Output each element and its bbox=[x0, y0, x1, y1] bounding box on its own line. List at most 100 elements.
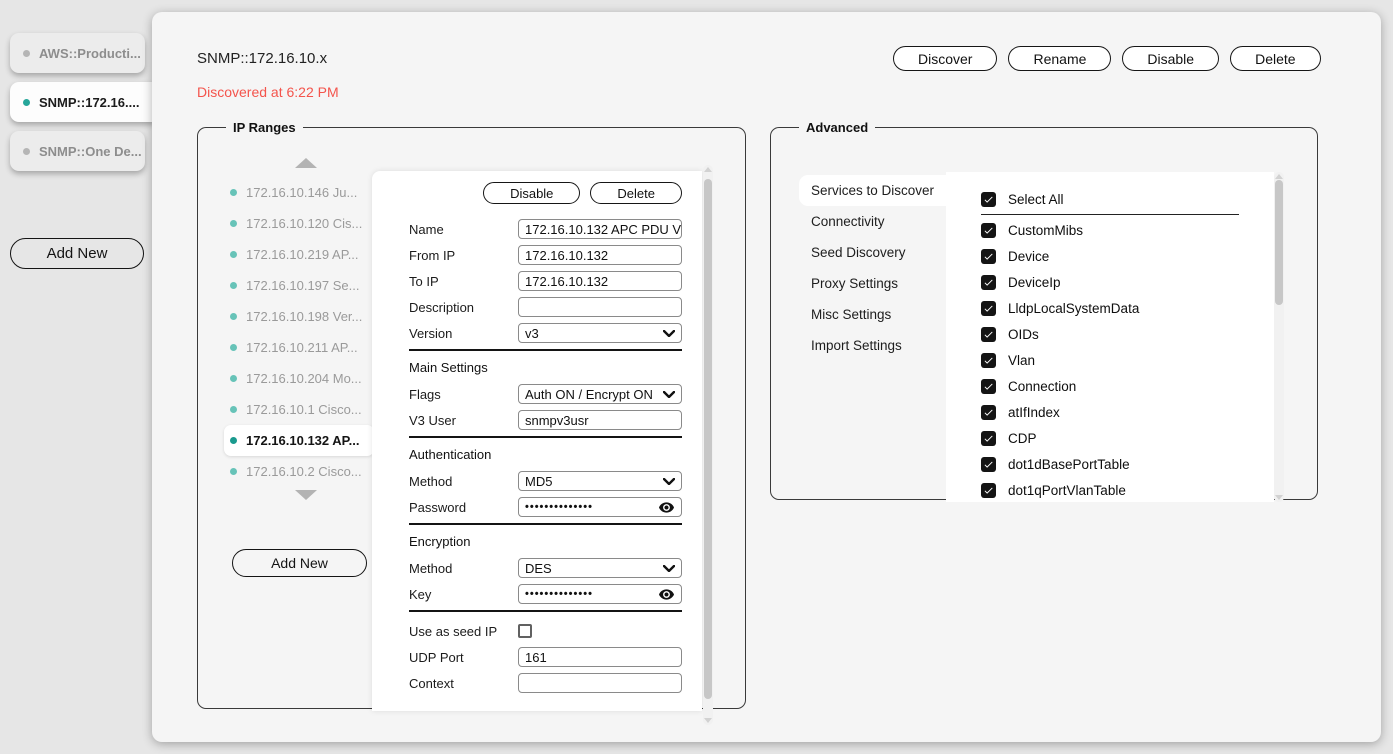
service-item[interactable]: OIDs bbox=[981, 321, 1274, 347]
add-new-collection-button[interactable]: Add New bbox=[10, 238, 144, 269]
sidebar-tab-2[interactable]: SNMP::172.16.... bbox=[10, 82, 154, 122]
field-key-input[interactable]: •••••••••••••• bbox=[518, 584, 682, 604]
check-icon bbox=[983, 225, 994, 236]
header-action-delete-button[interactable]: Delete bbox=[1230, 46, 1320, 71]
ip-range-item[interactable]: 172.16.10.120 Cis... bbox=[224, 208, 374, 239]
advanced-menu-proxy-settings[interactable]: Proxy Settings bbox=[799, 268, 946, 299]
header-action-rename-button[interactable]: Rename bbox=[1008, 46, 1111, 71]
field-use-as-seed-ip-checkbox[interactable] bbox=[518, 624, 532, 638]
field-name-input[interactable]: 172.16.10.132 APC PDU V bbox=[518, 219, 682, 239]
field-to-ip-input[interactable]: 172.16.10.132 bbox=[518, 271, 682, 291]
field-method-select[interactable]: MD5 bbox=[518, 471, 682, 491]
service-item[interactable]: Device bbox=[981, 243, 1274, 269]
service-item[interactable]: CDP bbox=[981, 425, 1274, 451]
ip-list-scroll-up-icon[interactable] bbox=[295, 158, 317, 168]
header-action-disable-button[interactable]: Disable bbox=[1122, 46, 1219, 71]
chevron-down-icon bbox=[663, 478, 675, 485]
service-label: CDP bbox=[1008, 431, 1037, 446]
range-delete-button[interactable]: Delete bbox=[590, 182, 682, 204]
field-password-input[interactable]: •••••••••••••• bbox=[518, 497, 682, 517]
form-row: V3 Usersnmpv3usr bbox=[409, 410, 682, 430]
header-actions: Discover Rename Disable Delete bbox=[893, 46, 1321, 71]
ip-range-item[interactable]: 172.16.10.2 Cisco... bbox=[224, 456, 374, 487]
checkbox-checked[interactable] bbox=[981, 405, 996, 420]
sidebar-tab-1[interactable]: AWS::Producti... bbox=[10, 33, 145, 73]
field-udp-port-input[interactable]: 161 bbox=[518, 647, 682, 667]
field-from-ip-input[interactable]: 172.16.10.132 bbox=[518, 245, 682, 265]
field-v3-user-input[interactable]: snmpv3usr bbox=[518, 410, 682, 430]
scroll-up-icon[interactable] bbox=[704, 167, 712, 172]
range-form-scrollbar[interactable] bbox=[703, 165, 713, 725]
form-section: EncryptionMethodDESKey•••••••••••••• bbox=[409, 523, 682, 604]
ip-range-label: 172.16.10.1 Cisco... bbox=[246, 402, 362, 417]
checkbox-checked[interactable] bbox=[981, 431, 996, 446]
service-select-all[interactable]: Select All bbox=[981, 186, 1274, 212]
checkbox-checked[interactable] bbox=[981, 379, 996, 394]
checkbox-checked[interactable] bbox=[981, 327, 996, 342]
status-dot-icon bbox=[230, 437, 237, 444]
field-context-input[interactable] bbox=[518, 673, 682, 693]
checkbox-checked[interactable] bbox=[981, 275, 996, 290]
service-item[interactable]: LldpLocalSystemData bbox=[981, 295, 1274, 321]
status-dot-icon bbox=[230, 406, 237, 413]
check-icon bbox=[983, 485, 994, 496]
scroll-down-icon[interactable] bbox=[704, 718, 712, 723]
service-item[interactable]: Vlan bbox=[981, 347, 1274, 373]
ip-list-scroll-down-icon[interactable] bbox=[295, 490, 317, 500]
password-dots: •••••••••••••• bbox=[525, 501, 593, 513]
scrollbar-thumb[interactable] bbox=[1275, 180, 1283, 305]
advanced-menu-misc-settings[interactable]: Misc Settings bbox=[799, 299, 946, 330]
ip-range-item[interactable]: 172.16.10.211 AP... bbox=[224, 332, 374, 363]
ip-range-item[interactable]: 172.16.10.146 Ju... bbox=[224, 177, 374, 208]
advanced-menu-import-settings[interactable]: Import Settings bbox=[799, 330, 946, 361]
service-item[interactable]: CustomMibs bbox=[981, 217, 1274, 243]
form-row: FlagsAuth ON / Encrypt ON bbox=[409, 384, 682, 404]
range-disable-button[interactable]: Disable bbox=[483, 182, 580, 204]
add-new-range-button[interactable]: Add New bbox=[232, 549, 367, 577]
scrollbar-thumb[interactable] bbox=[704, 179, 712, 699]
ip-range-label: 172.16.10.120 Cis... bbox=[246, 216, 362, 231]
select-value: Auth ON / Encrypt ON bbox=[525, 387, 653, 402]
checkbox-checked[interactable] bbox=[981, 483, 996, 498]
ip-range-item[interactable]: 172.16.10.1 Cisco... bbox=[224, 394, 374, 425]
scroll-down-icon[interactable] bbox=[1275, 495, 1283, 500]
checkbox-checked[interactable] bbox=[981, 457, 996, 472]
service-item[interactable]: atIfIndex bbox=[981, 399, 1274, 425]
form-row: Password•••••••••••••• bbox=[409, 497, 682, 517]
service-label: LldpLocalSystemData bbox=[1008, 301, 1139, 316]
header-action-discover-button[interactable]: Discover bbox=[893, 46, 997, 71]
ip-range-list: 172.16.10.146 Ju... 172.16.10.120 Cis... 1… bbox=[224, 177, 374, 487]
services-scrollbar[interactable] bbox=[1274, 172, 1284, 502]
service-item[interactable]: Connection bbox=[981, 373, 1274, 399]
field-version-select[interactable]: v3 bbox=[518, 323, 682, 343]
field-flags-select[interactable]: Auth ON / Encrypt ON bbox=[518, 384, 682, 404]
sidebar-tab-3[interactable]: SNMP::One De... bbox=[10, 131, 145, 171]
check-icon bbox=[983, 329, 994, 340]
ip-range-item[interactable]: 172.16.10.132 AP... bbox=[224, 425, 374, 456]
service-item[interactable]: dot1qPortVlanTable bbox=[981, 477, 1274, 502]
checkbox-checked[interactable] bbox=[981, 353, 996, 368]
advanced-menu-services-to-discover[interactable]: Services to Discover bbox=[799, 175, 946, 206]
ip-range-item[interactable]: 172.16.10.197 Se... bbox=[224, 270, 374, 301]
ip-range-item[interactable]: 172.16.10.198 Ver... bbox=[224, 301, 374, 332]
scroll-up-icon[interactable] bbox=[1275, 174, 1283, 179]
field-method-select[interactable]: DES bbox=[518, 558, 682, 578]
service-item[interactable]: dot1dBasePortTable bbox=[981, 451, 1274, 477]
ip-range-label: 172.16.10.146 Ju... bbox=[246, 185, 357, 200]
checkbox-checked[interactable] bbox=[981, 223, 996, 238]
checkbox-checked[interactable] bbox=[981, 249, 996, 264]
ip-range-item[interactable]: 172.16.10.204 Mo... bbox=[224, 363, 374, 394]
service-label: CustomMibs bbox=[1008, 223, 1083, 238]
field-description-input[interactable] bbox=[518, 297, 682, 317]
select-all-separator bbox=[981, 214, 1239, 215]
checkbox-checked[interactable] bbox=[981, 192, 996, 207]
sidebar-tab-label: SNMP::172.16.... bbox=[39, 95, 139, 110]
service-item[interactable]: DeviceIp bbox=[981, 269, 1274, 295]
show-password-eye-icon[interactable] bbox=[658, 586, 675, 603]
advanced-menu-seed-discovery[interactable]: Seed Discovery bbox=[799, 237, 946, 268]
checkbox-checked[interactable] bbox=[981, 301, 996, 316]
ip-range-item[interactable]: 172.16.10.219 AP... bbox=[224, 239, 374, 270]
services-to-discover-panel: Select All CustomMibs DeviceDeviceIp LldpLo… bbox=[946, 172, 1274, 502]
show-password-eye-icon[interactable] bbox=[658, 499, 675, 516]
advanced-menu-connectivity[interactable]: Connectivity bbox=[799, 206, 946, 237]
